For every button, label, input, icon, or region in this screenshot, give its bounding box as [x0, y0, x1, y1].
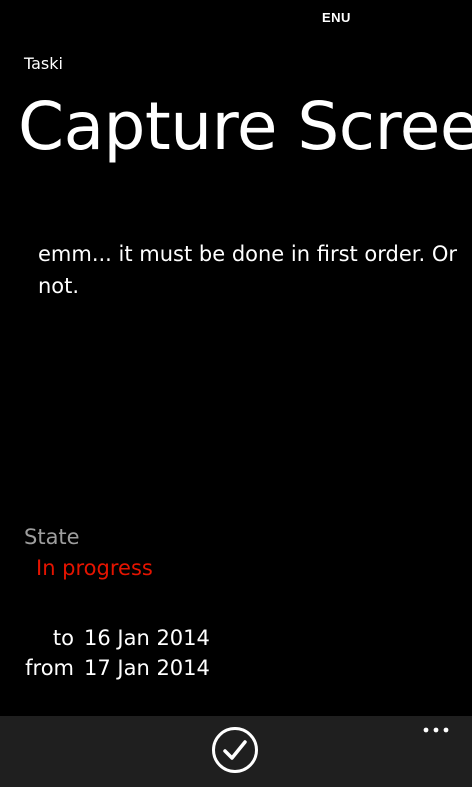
- app-bar: [0, 716, 472, 787]
- complete-task-button[interactable]: [211, 726, 259, 774]
- more-icon: [423, 727, 449, 733]
- input-language-indicator: ENU: [322, 10, 351, 25]
- from-label: from: [25, 656, 74, 680]
- check-icon: [212, 727, 258, 773]
- more-options-button[interactable]: [414, 716, 458, 746]
- state-value: In progress: [36, 556, 153, 580]
- page-title: Capture Screen: [18, 88, 472, 165]
- task-description: emm... it must be done in first order. O…: [38, 242, 458, 298]
- date-row-from: from 17 Jan 2014: [24, 656, 210, 686]
- to-label: to: [52, 626, 74, 650]
- to-date: 16 Jan 2014: [84, 626, 210, 650]
- state-label: State: [24, 525, 80, 549]
- app-name: Taski: [24, 54, 63, 73]
- from-date: 17 Jan 2014: [84, 656, 210, 680]
- date-row-to: to 16 Jan 2014: [24, 626, 210, 656]
- status-bar: ENU: [0, 0, 472, 32]
